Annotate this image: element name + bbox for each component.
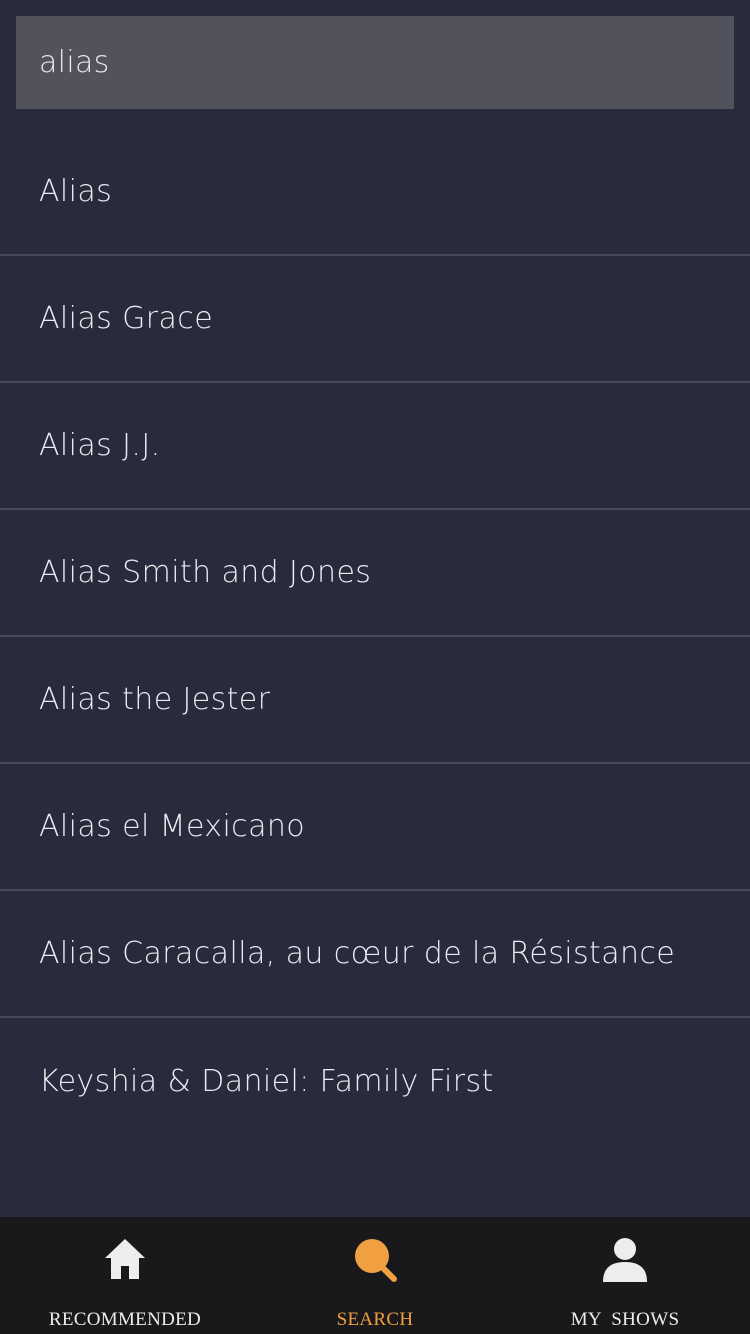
result-item[interactable]: Alias el Mexicano bbox=[0, 764, 750, 891]
person-icon bbox=[603, 1238, 647, 1282]
result-item[interactable]: Alias Caracalla, au cœur de la Résistanc… bbox=[0, 891, 750, 1018]
result-title: Keyshia & Daniel: Family First bbox=[39, 1064, 494, 1099]
result-title: Alias the Jester bbox=[39, 682, 271, 717]
result-item[interactable]: Alias the Jester bbox=[0, 637, 750, 764]
result-title: Alias el Mexicano bbox=[39, 809, 306, 844]
search-icon bbox=[355, 1239, 397, 1282]
tab-search[interactable]: SEARCH bbox=[250, 1217, 500, 1334]
tab-my-shows[interactable]: MY SHOWS bbox=[500, 1217, 750, 1334]
result-item[interactable]: Alias Smith and Jones bbox=[0, 510, 750, 637]
result-title: Alias bbox=[39, 174, 113, 209]
result-title: Alias Smith and Jones bbox=[39, 555, 372, 590]
app-screen: Alias Alias Grace Alias J.J. Alias Smith… bbox=[0, 0, 750, 1334]
result-title: Alias Grace bbox=[39, 301, 214, 336]
result-item[interactable]: Alias Grace bbox=[0, 256, 750, 383]
search-bar bbox=[16, 16, 734, 109]
bottom-tab-bar: RECOMMENDED SEARCH MY SHOWS bbox=[0, 1217, 750, 1334]
tab-recommended[interactable]: RECOMMENDED bbox=[0, 1217, 250, 1334]
result-item[interactable]: Alias J.J. bbox=[0, 383, 750, 510]
result-title: Alias Caracalla, au cœur de la Résistanc… bbox=[39, 936, 676, 971]
result-item[interactable]: Alias bbox=[0, 129, 750, 256]
tab-recommended-label: RECOMMENDED bbox=[48, 1309, 202, 1330]
result-title: Alias J.J. bbox=[39, 428, 161, 463]
tab-search-label: SEARCH bbox=[336, 1309, 414, 1330]
result-item[interactable]: Keyshia & Daniel: Family First bbox=[0, 1018, 750, 1145]
search-results-list: Alias Alias Grace Alias J.J. Alias Smith… bbox=[0, 129, 750, 1145]
home-icon bbox=[105, 1239, 145, 1279]
search-input[interactable] bbox=[16, 16, 734, 109]
tab-my-shows-label: MY SHOWS bbox=[570, 1309, 680, 1330]
